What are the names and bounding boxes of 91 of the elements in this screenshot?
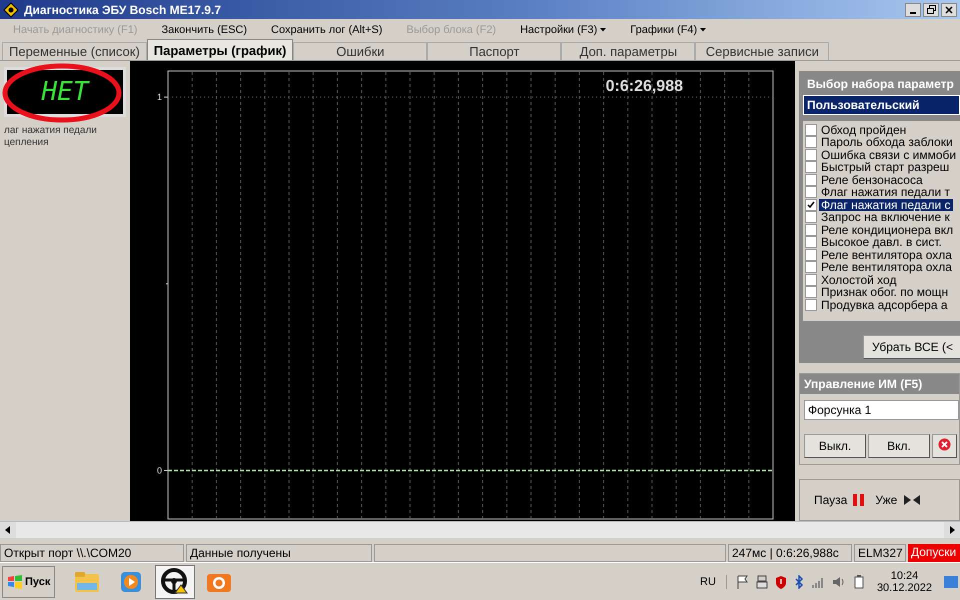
checkbox[interactable] — [805, 248, 817, 261]
indicator-label: лаг нажатия педали — [4, 125, 98, 138]
minimize-icon — [910, 12, 916, 14]
preset-dropdown[interactable]: Пользовательский — [803, 95, 960, 116]
checkbox[interactable] — [805, 186, 817, 198]
actuator-button[interactable]: Вкл. — [868, 434, 930, 458]
tab[interactable]: Переменные (список) — [2, 42, 147, 60]
tick-label: 0 — [156, 466, 162, 476]
y-tick — [164, 470, 168, 472]
indicator-value: НЕТ — [42, 77, 88, 108]
checkbox[interactable] — [805, 236, 817, 248]
status-panel: Данные получены — [186, 544, 372, 562]
tick-label: 1 — [156, 92, 162, 103]
checkbox[interactable] — [805, 198, 817, 211]
stop-button[interactable] — [932, 434, 957, 458]
actuator-field[interactable]: Форсунка 1 — [804, 400, 959, 420]
minimize-button[interactable] — [905, 2, 921, 17]
four-color-logo-icon — [7, 574, 23, 589]
parameter-item[interactable]: Реле вентилятора охла — [805, 248, 960, 261]
diamond-icon — [3, 2, 19, 18]
remove-all-button[interactable]: Убрать ВСЕ (< — [862, 335, 960, 360]
signal-icon[interactable] — [810, 576, 825, 588]
parameter-item[interactable]: Флаг нажатия педали т — [805, 186, 960, 198]
flag-icon[interactable] — [734, 574, 749, 589]
parameter-item[interactable]: Холостой ход — [805, 273, 960, 286]
parameter-item[interactable]: Ошибка связи с иммоби — [805, 148, 960, 161]
language-indicator[interactable]: RU — [700, 576, 716, 588]
left-arrow-icon — [5, 526, 11, 534]
checkbox[interactable] — [805, 224, 817, 236]
checkbox[interactable] — [805, 298, 817, 311]
status-panel: Открыт порт \\.\COM20 — [0, 544, 184, 562]
parameter-item[interactable]: Признак обог. по мощн — [805, 286, 960, 298]
restore-icon — [926, 5, 936, 14]
power-icon[interactable] — [852, 574, 865, 589]
narrow-button[interactable]: Уже — [875, 493, 922, 508]
shield-icon[interactable] — [774, 574, 787, 589]
checkbox[interactable] — [805, 136, 817, 148]
window-title: Диагностика ЭБУ Bosch ME17.9.7 — [24, 2, 221, 17]
restore-button[interactable] — [923, 2, 939, 17]
parameter-item[interactable]: Реле вентилятора охла — [805, 260, 960, 274]
start-button[interactable]: Пуск — [2, 566, 56, 598]
checkbox[interactable] — [805, 261, 817, 274]
menu-item[interactable]: Настройки (F3) — [511, 24, 616, 36]
parameter-item[interactable]: Реле бензонасоса — [805, 173, 960, 186]
timer-text: 0:6:26,988 — [606, 78, 683, 96]
tab[interactable]: Доп. параметры — [561, 42, 696, 60]
pause-button[interactable]: Пауза — [814, 493, 866, 508]
checkbox[interactable] — [805, 274, 817, 286]
close-icon — [945, 6, 953, 14]
parameter-item[interactable]: Обход пройден — [805, 123, 960, 136]
close-circle-icon — [938, 438, 951, 452]
checkbox[interactable] — [805, 148, 817, 161]
horizontal-scrollbar[interactable] — [0, 521, 960, 538]
parameter-item[interactable]: Быстрый старт разреш — [805, 160, 960, 174]
checkbox[interactable] — [805, 286, 817, 298]
close-button[interactable] — [941, 2, 957, 17]
panel-title: Управление ИМ (F5) — [800, 374, 959, 394]
speaker-icon[interactable] — [832, 574, 846, 589]
device-icon[interactable] — [756, 574, 768, 589]
status-panel: ELM327 — [854, 544, 906, 562]
clock[interactable]: 10:24 30.12.2022 — [868, 570, 940, 594]
show-desktop-button[interactable] — [944, 576, 958, 588]
tab[interactable]: Сервисные записи — [695, 42, 830, 60]
parameter-item[interactable]: Реле кондиционера вкл — [805, 223, 960, 236]
bluetooth-icon[interactable] — [794, 574, 804, 589]
inward-triangles-icon — [903, 494, 922, 506]
clock-time: 10:24 — [890, 570, 918, 582]
actuator-button[interactable]: Выкл. — [804, 434, 866, 458]
tab[interactable]: Ошибки — [293, 42, 428, 60]
tab[interactable]: Параметры (график) — [146, 39, 294, 60]
menu-item[interactable]: Закончить (ESC) — [152, 24, 256, 36]
checkbox[interactable] — [805, 211, 817, 224]
right-arrow-icon — [949, 526, 955, 534]
panel-title: Выбор набора параметр — [806, 76, 955, 94]
y-tick — [164, 97, 168, 98]
menu-item[interactable]: Сохранить лог (Alt+S) — [262, 24, 392, 36]
checkbox[interactable] — [805, 161, 817, 174]
parameter-item[interactable]: Продувка адсорбера а — [805, 298, 960, 311]
indicator-label: цепления — [4, 137, 50, 150]
tab[interactable]: Паспорт — [427, 42, 562, 60]
checkbox[interactable] — [805, 124, 817, 136]
pause-icon — [853, 494, 866, 506]
clock-date: 30.12.2022 — [876, 582, 932, 594]
parameter-item[interactable]: Высокое давл. в сист. — [805, 236, 960, 248]
status-alert: Допуски — [908, 544, 960, 562]
menu-item[interactable]: Графики (F4) — [621, 24, 716, 36]
steering-wheel-icon[interactable] — [155, 564, 196, 599]
checkbox[interactable] — [805, 174, 817, 186]
status-panel: 247мс | 0:6:26,988с — [728, 544, 852, 562]
parameter-item[interactable]: Пароль обхода заблоки — [805, 136, 960, 148]
parameter-item[interactable]: Запрос на включение к — [805, 210, 960, 224]
